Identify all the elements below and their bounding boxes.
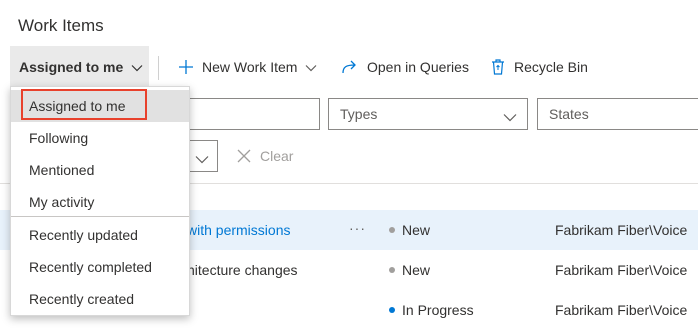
work-item-state: In Progress xyxy=(402,302,474,318)
recycle-bin-label: Recycle Bin xyxy=(514,59,588,75)
view-selector-button[interactable]: Assigned to me xyxy=(10,46,149,88)
chevron-down-icon xyxy=(195,151,209,169)
work-item-state: New xyxy=(402,262,431,278)
page-title: Work Items xyxy=(18,16,104,35)
states-filter-dropdown[interactable]: States xyxy=(537,98,698,130)
recycle-bin-icon xyxy=(490,58,506,76)
work-item-title[interactable]: hitecture changes xyxy=(187,262,298,278)
clear-filters-label: Clear xyxy=(260,148,294,164)
plus-icon xyxy=(178,59,194,75)
recycle-bin-button[interactable]: Recycle Bin xyxy=(490,46,588,88)
work-item-area-path: Fabrikam Fiber\Voice xyxy=(555,222,688,238)
types-filter-dropdown[interactable]: Types xyxy=(328,98,528,130)
work-item-area-path: Fabrikam Fiber\Voice xyxy=(555,262,688,278)
more-actions-icon[interactable]: ··· xyxy=(349,220,366,236)
menu-item-my-activity[interactable]: My activity xyxy=(11,186,189,218)
view-selector-label: Assigned to me xyxy=(19,59,124,75)
new-work-item-label: New Work Item xyxy=(202,59,298,75)
menu-item-recently-completed[interactable]: Recently completed xyxy=(11,251,189,283)
menu-item-mentioned[interactable]: Mentioned xyxy=(11,154,189,186)
menu-item-recently-created[interactable]: Recently created xyxy=(11,283,189,315)
work-item-state: New xyxy=(402,222,431,238)
keyword-filter-input[interactable] xyxy=(180,98,320,130)
work-item-title[interactable]: with permissions xyxy=(187,222,290,238)
state-dot xyxy=(389,227,395,233)
clear-filters-button[interactable]: Clear xyxy=(236,140,293,172)
state-dot xyxy=(389,267,395,273)
chevron-down-icon xyxy=(131,59,143,75)
open-in-queries-label: Open in Queries xyxy=(367,59,469,75)
redirect-arrow-icon xyxy=(341,59,359,75)
open-in-queries-button[interactable]: Open in Queries xyxy=(341,46,469,88)
new-work-item-button[interactable]: New Work Item xyxy=(178,46,317,88)
chevron-down-icon xyxy=(503,109,517,125)
toolbar: Assigned to me New Work Item Open in Que… xyxy=(0,46,698,88)
close-icon xyxy=(236,148,252,164)
menu-divider xyxy=(11,216,189,217)
menu-item-following[interactable]: Following xyxy=(11,122,189,154)
highlight-annotation xyxy=(21,89,147,120)
view-selector-menu: Assigned to me Following Mentioned My ac… xyxy=(10,86,190,316)
states-filter-label: States xyxy=(549,106,589,122)
chevron-down-icon[interactable] xyxy=(305,59,317,75)
state-dot xyxy=(389,307,395,313)
toolbar-divider xyxy=(158,56,159,80)
types-filter-label: Types xyxy=(340,106,378,122)
work-item-area-path: Fabrikam Fiber\Voice xyxy=(555,302,688,318)
menu-item-recently-updated[interactable]: Recently updated xyxy=(11,219,189,251)
